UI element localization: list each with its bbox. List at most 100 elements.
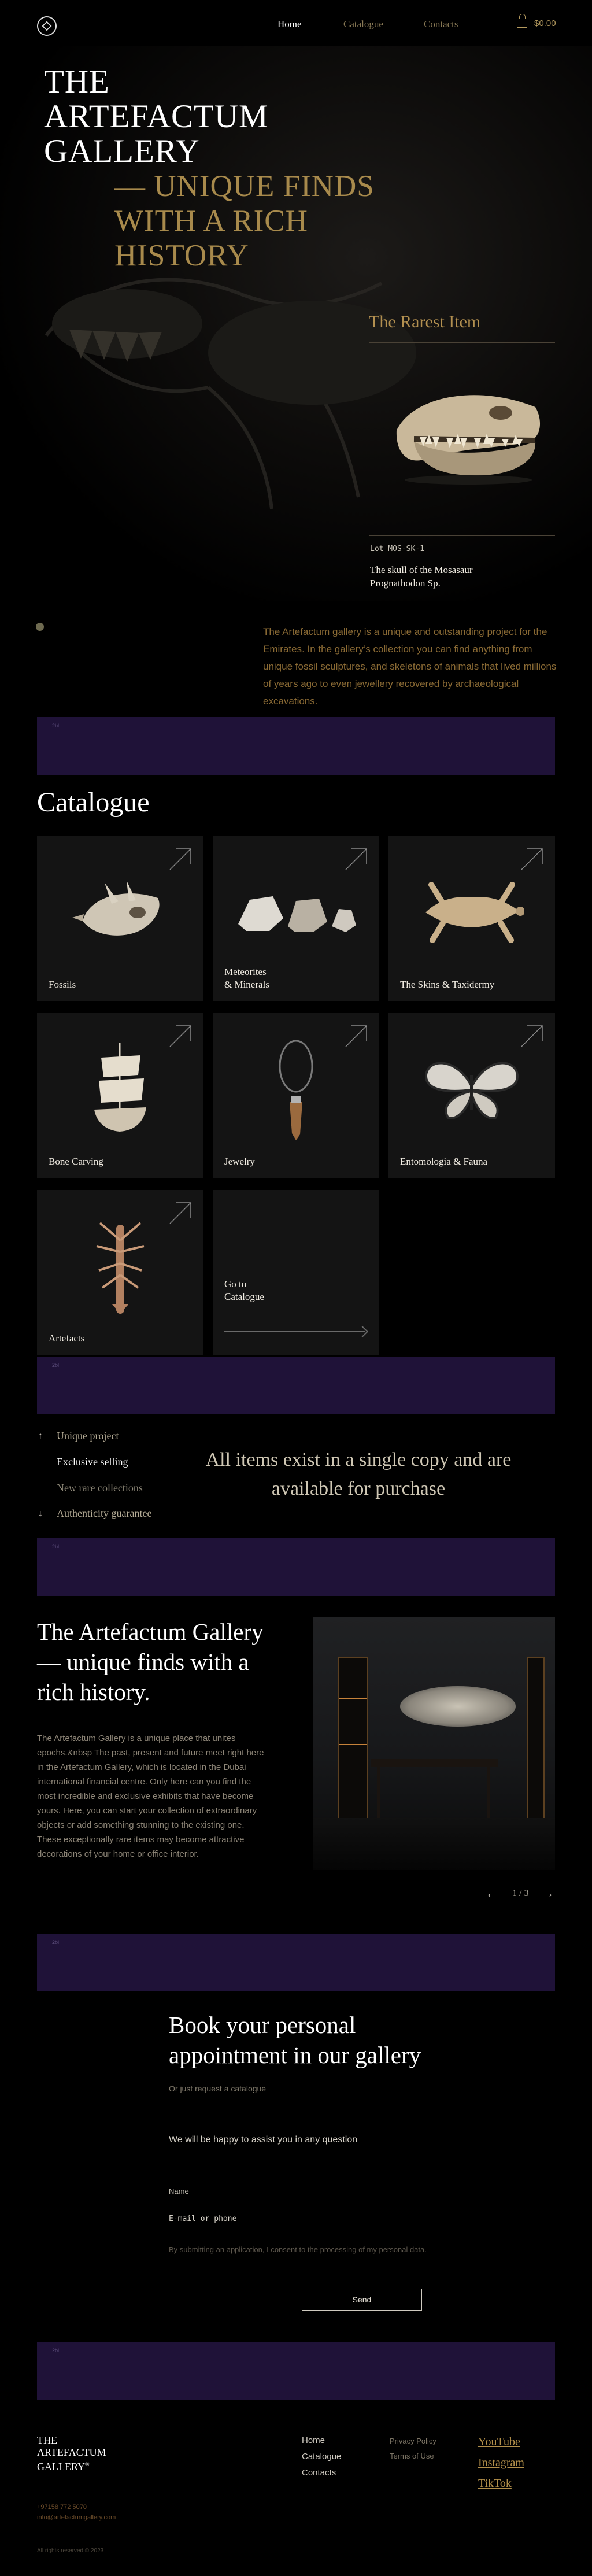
table <box>371 1759 498 1767</box>
floor <box>313 1818 555 1870</box>
category-card-fossils[interactable]: Fossils <box>37 836 204 1001</box>
feature-item[interactable]: Unique project <box>57 1430 119 1442</box>
name-field[interactable]: Name <box>169 2187 189 2196</box>
prev-arrow-icon[interactable]: ← <box>486 1887 497 1901</box>
footer-copyright: All rights reserved © 2023 <box>37 2548 104 2554</box>
send-button[interactable]: Send <box>302 2289 422 2311</box>
features-headline: All items exist in a single copy and are… <box>205 1449 512 1499</box>
animal-skin-icon <box>426 881 524 943</box>
hero-title: THE ARTEFACTUM GALLERY <box>44 65 269 169</box>
lobster-icon <box>96 1222 145 1314</box>
promo-banner: 2bl <box>37 1538 555 1596</box>
rarest-item-name-line: The skull of the Mosasaur <box>370 564 473 575</box>
footer-link-home[interactable]: Home <box>302 2435 325 2445</box>
footer-logo-line: THE <box>37 2434 57 2446</box>
hero-subtitle-line: — UNIQUE FINDS <box>114 169 375 203</box>
catalogue-title: Catalogue <box>37 787 150 818</box>
gallery-text: The Artefactum Gallery is a unique place… <box>37 1734 264 1859</box>
hero-title-line: GALLERY <box>44 133 200 169</box>
social-tiktok[interactable]: TikTok <box>478 2477 512 2490</box>
triceratops-skull-icon <box>72 880 160 936</box>
arrow-up-right-icon <box>521 1025 543 1047</box>
left-display-case <box>338 1657 368 1825</box>
booking-assist: We will be happy to assist you in any qu… <box>169 2135 358 2145</box>
registered-icon: ® <box>85 2462 90 2468</box>
diamond-icon <box>42 21 52 31</box>
category-card-bone-carving[interactable]: Bone Carving <box>37 1013 204 1178</box>
goto-catalogue-label: Go to Catalogue <box>224 1278 264 1302</box>
shelf-light <box>339 1698 367 1699</box>
table-leg <box>487 1767 490 1819</box>
arrow-up-right-icon <box>521 848 543 870</box>
arrow-up-right-icon <box>169 1025 191 1047</box>
category-card-skins[interactable]: The Skins & Taxidermy <box>388 836 555 1001</box>
lot-number: Lot MOS-SK-1 <box>370 545 424 553</box>
divider <box>369 342 555 343</box>
category-card-meteorites[interactable]: Meteorites & Minerals <box>213 836 379 1001</box>
feature-item[interactable]: Authenticity guarantee <box>57 1507 151 1520</box>
footer-link-catalogue[interactable]: Catalogue <box>302 2452 341 2462</box>
logo[interactable] <box>37 16 57 36</box>
footer-logo[interactable]: THE ARTEFACTUM GALLERY® <box>37 2434 106 2473</box>
arrow-up-right-icon <box>345 1025 367 1047</box>
shelf-light <box>339 1744 367 1745</box>
long-arrow-right-icon <box>224 1331 365 1332</box>
rarest-item-heading: The Rarest Item <box>369 312 481 331</box>
goto-catalogue-card[interactable]: Go to Catalogue <box>213 1190 379 1355</box>
footer-link-contacts[interactable]: Contacts <box>302 2468 336 2478</box>
mosasaur-skull-image[interactable] <box>391 372 546 488</box>
footer-logo-word: GALLERY <box>37 2461 85 2472</box>
cart-icon[interactable] <box>517 14 527 28</box>
contact-field[interactable]: E-mail or phone <box>169 2215 236 2223</box>
nav-contacts[interactable]: Contacts <box>424 19 458 30</box>
about-text: The Artefactum gallery is a unique and o… <box>263 626 557 707</box>
footer-email[interactable]: info@artefactumgallery.com <box>37 2514 116 2521</box>
minerals-icon <box>238 896 356 932</box>
category-label: Entomologia & Fauna <box>400 1156 488 1167</box>
cart-sum[interactable]: $0.00 <box>534 19 556 28</box>
footer-phone[interactable]: +97158 772 5070 <box>37 2504 87 2511</box>
gallery-title: The Artefactum Gallery — unique finds wi… <box>37 1618 264 1705</box>
category-card-entomologia[interactable]: Entomologia & Fauna <box>388 1013 555 1178</box>
category-card-jewelry[interactable]: Jewelry <box>213 1013 379 1178</box>
nav-catalogue[interactable]: Catalogue <box>343 19 383 30</box>
category-label: Artefacts <box>49 1333 85 1344</box>
promo-banner: 2bl <box>37 2342 555 2400</box>
rarest-item-name: The skull of the Mosasaur Prognathodon S… <box>370 563 473 590</box>
category-label: The Skins & Taxidermy <box>400 979 495 990</box>
social-youtube[interactable]: YouTube <box>478 2435 520 2449</box>
arrow-up-icon[interactable]: ↑ <box>38 1431 43 1442</box>
category-label: Meteorites & Minerals <box>224 966 269 990</box>
banner-label: 2bl <box>52 2348 60 2353</box>
footer-terms-link[interactable]: Terms of Use <box>390 2452 434 2460</box>
category-card-artefacts[interactable]: Artefacts <box>37 1190 204 1355</box>
hero-title-line: ARTEFACTUM <box>44 98 269 135</box>
hero-title-line: THE <box>44 64 110 100</box>
arrow-up-right-icon <box>345 848 367 870</box>
wall-fossil <box>400 1686 516 1727</box>
right-display-case <box>527 1657 545 1825</box>
banner-label: 2bl <box>52 1362 60 1368</box>
footer-logo-line: GALLERY® <box>37 2459 106 2473</box>
promo-banner: 2bl <box>37 1357 555 1414</box>
tooth-pendant-icon <box>279 1040 313 1140</box>
footer-logo-line: ARTEFACTUM <box>37 2446 106 2458</box>
gallery-pager: 1 / 3 <box>512 1888 529 1898</box>
hero-subtitle-line: HISTORY <box>114 239 249 272</box>
nav-home[interactable]: Home <box>278 19 302 30</box>
feature-item[interactable]: Exclusive selling <box>57 1456 128 1468</box>
arrow-up-right-icon <box>169 848 191 870</box>
butterfly-icon <box>424 1062 519 1119</box>
booking-subtitle[interactable]: Or just request a catalogue <box>169 2084 266 2093</box>
banner-label: 2bl <box>52 1939 60 1945</box>
feature-item[interactable]: New rare collections <box>57 1482 143 1494</box>
arrow-down-icon[interactable]: ↓ <box>38 1509 43 1519</box>
category-label: Bone Carving <box>49 1156 103 1167</box>
footer-privacy-link[interactable]: Privacy Policy <box>390 2437 436 2445</box>
next-arrow-icon[interactable]: → <box>542 1887 554 1901</box>
ship-carving-icon <box>94 1042 146 1132</box>
social-instagram[interactable]: Instagram <box>478 2456 524 2470</box>
category-label: Jewelry <box>224 1156 255 1167</box>
banner-label: 2bl <box>52 723 60 729</box>
gallery-interior-image <box>313 1617 555 1870</box>
